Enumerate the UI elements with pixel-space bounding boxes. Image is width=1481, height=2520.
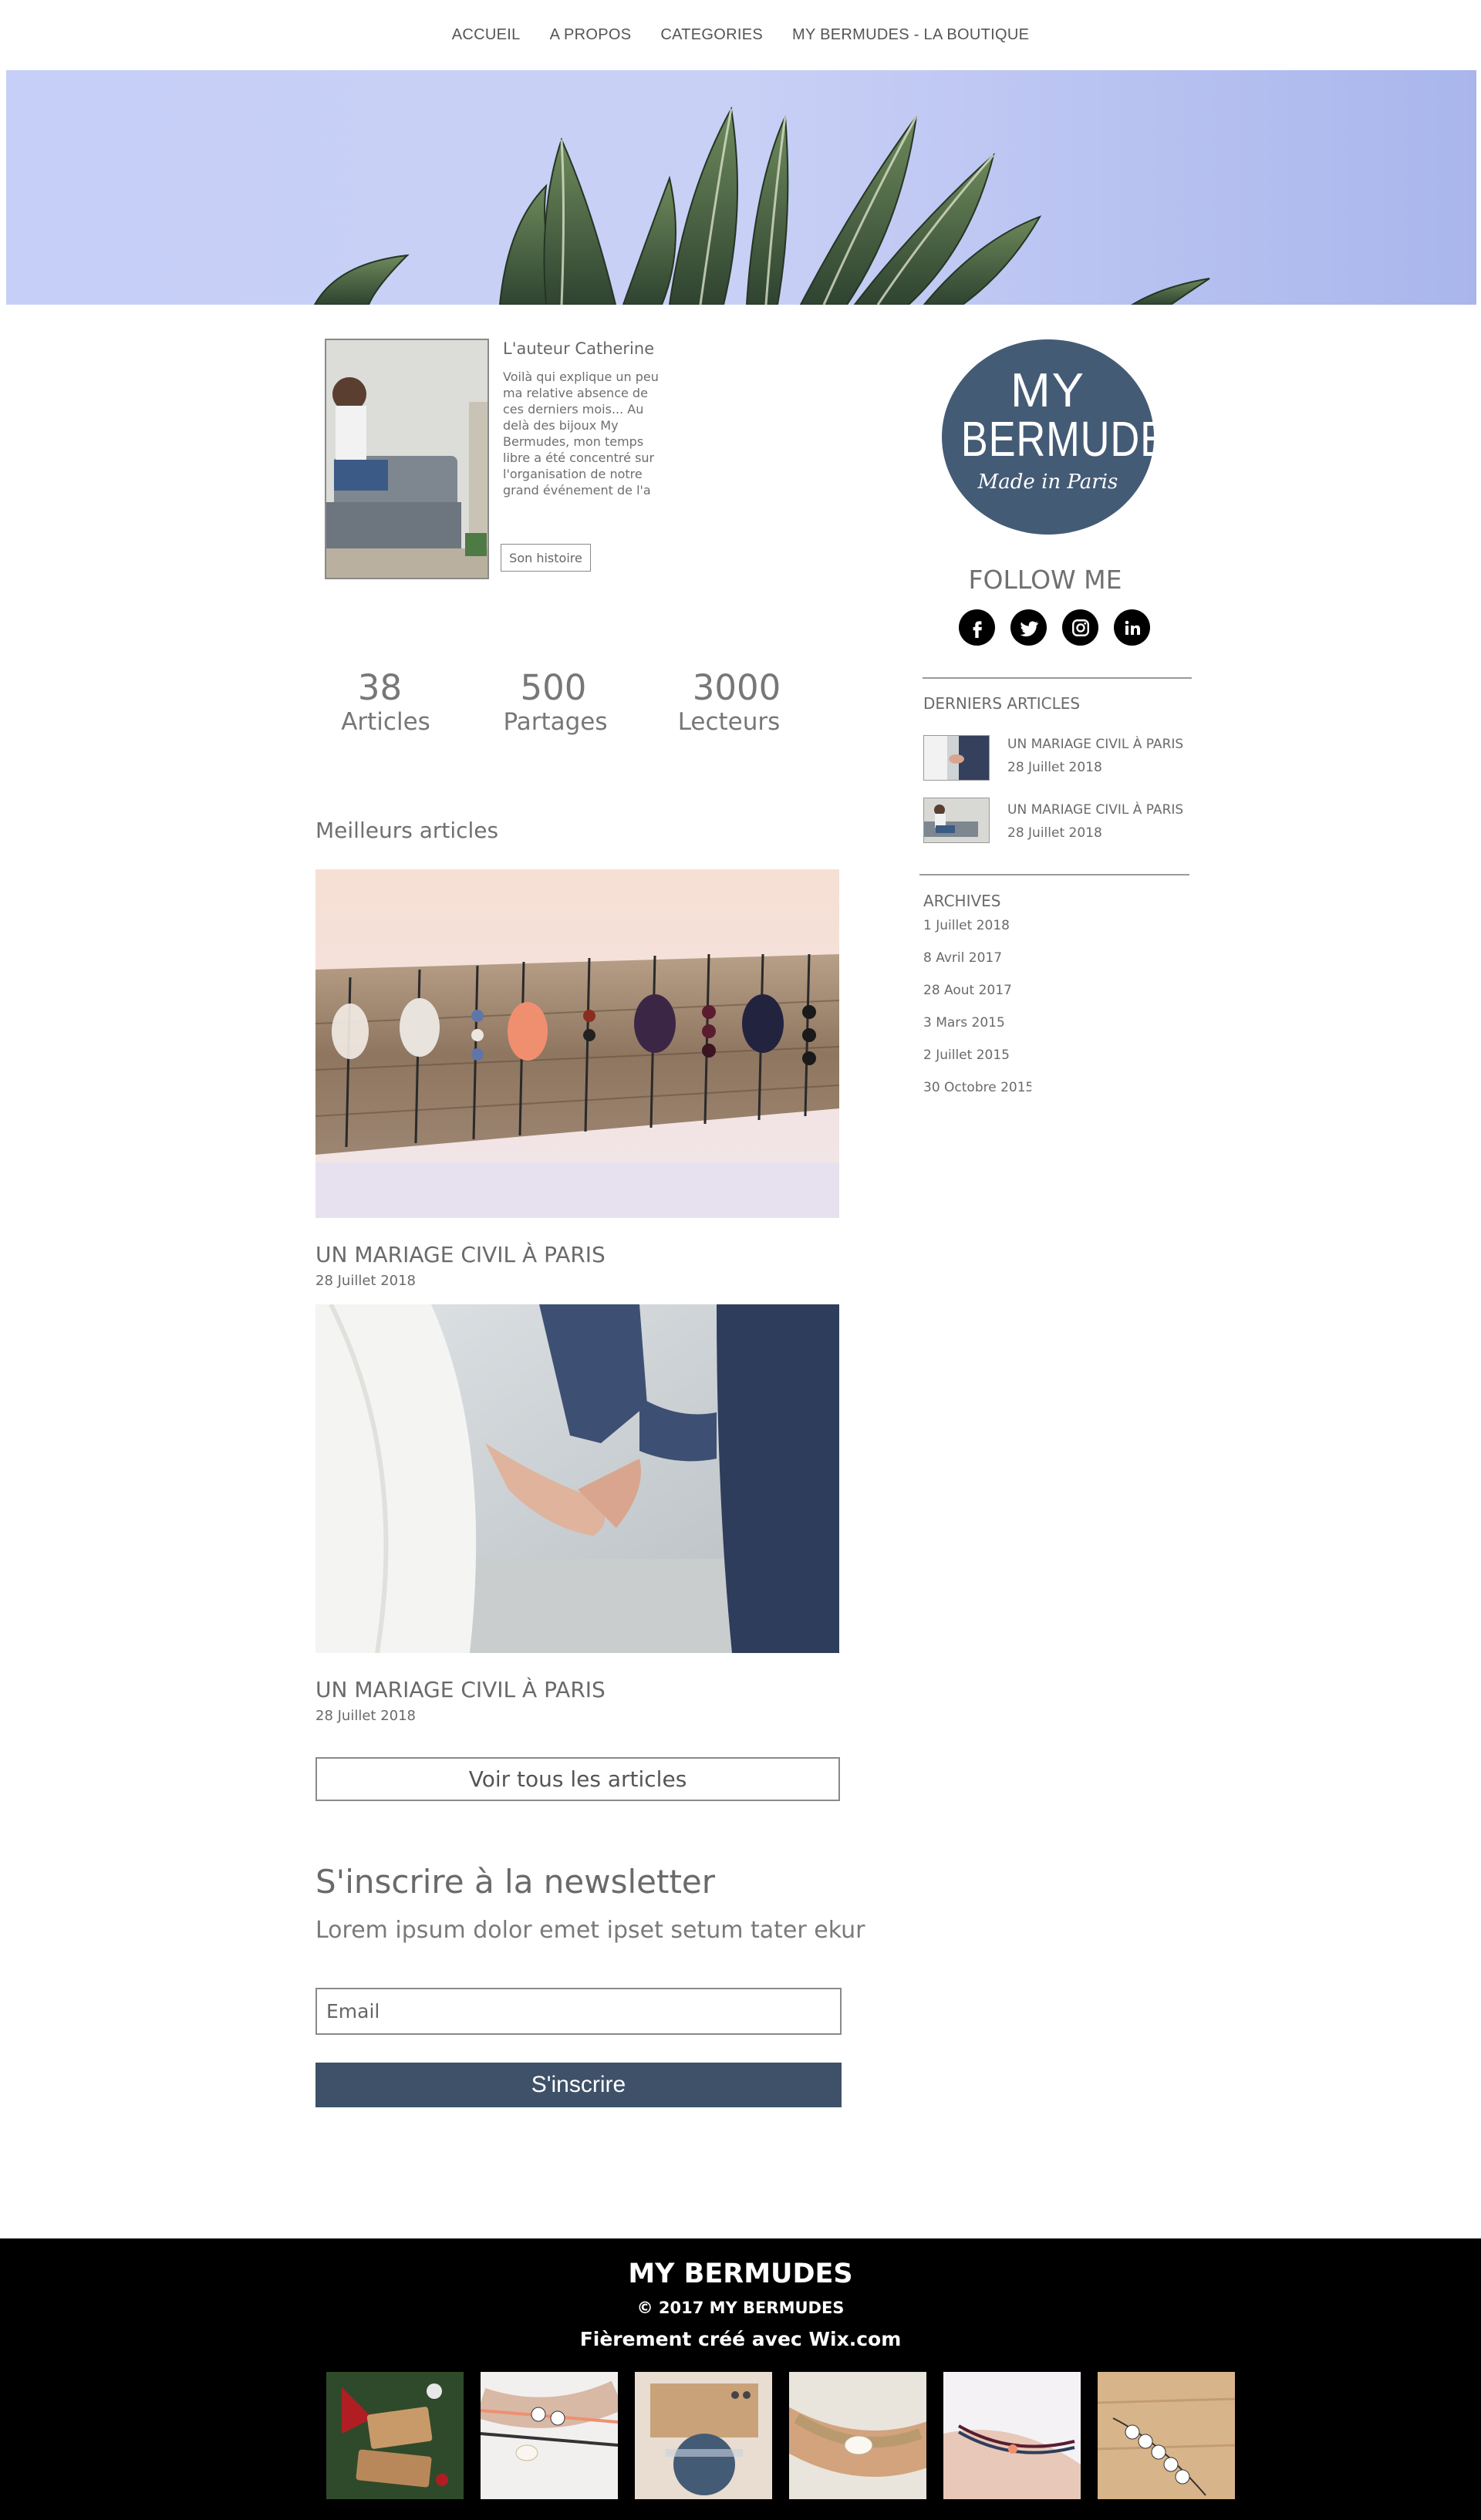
footer-made-with[interactable]: Fièrement créé avec Wix.com: [0, 2328, 1481, 2350]
archive-item[interactable]: 8 Avril 2017: [923, 950, 1031, 966]
author-bio: Voilà qui explique un peu ma relative ab…: [503, 369, 659, 498]
recent-article-thumbnail[interactable]: [923, 798, 990, 843]
linkedin-icon[interactable]: [1114, 609, 1150, 646]
newsletter-title: S'inscrire à la newsletter: [315, 1863, 716, 1901]
subscribe-button[interactable]: S'inscrire: [315, 2063, 842, 2107]
stat-articles-label: Articles: [341, 708, 430, 736]
logo-line-my: MY: [1010, 364, 1085, 417]
post-image-holding-hands[interactable]: [315, 1304, 839, 1653]
logo-line-made-in-paris: Made in Paris: [977, 471, 1118, 494]
stat-shares-value: 500: [520, 667, 587, 708]
post-image-bracelets[interactable]: [315, 869, 839, 1218]
newsletter-subtitle: Lorem ipsum dolor emet ipset setum tater…: [315, 1917, 865, 1944]
archives-heading: ARCHIVES: [923, 892, 1001, 910]
stat-shares-label: Partages: [503, 708, 608, 736]
view-all-articles-button[interactable]: Voir tous les articles: [315, 1757, 840, 1801]
stat-readers-value: 3000: [692, 667, 781, 708]
footer-gallery-image-4[interactable]: [789, 2372, 926, 2499]
facebook-icon[interactable]: [959, 609, 995, 646]
footer-gallery-image-2[interactable]: [481, 2372, 618, 2499]
post-title-1[interactable]: UN MARIAGE CIVIL À PARIS: [315, 1242, 606, 1267]
footer-gallery-image-5[interactable]: [943, 2372, 1081, 2499]
brand-logo[interactable]: MY BERMUDES Made in Paris: [942, 339, 1196, 535]
best-articles-heading: Meilleurs articles: [315, 818, 499, 843]
archive-item[interactable]: 30 Octobre 2015: [923, 1080, 1031, 1095]
archive-item[interactable]: 3 Mars 2015: [923, 1015, 1031, 1031]
author-story-button[interactable]: Son histoire: [501, 544, 591, 572]
sidebar-divider: [923, 677, 1192, 679]
recent-article-title-1[interactable]: UN MARIAGE CIVIL À PARIS: [1007, 737, 1183, 752]
hero-banner: [6, 70, 1476, 305]
nav-item-a-propos[interactable]: A PROPOS: [550, 26, 632, 44]
sidebar-divider: [919, 874, 1189, 875]
post-title-2[interactable]: UN MARIAGE CIVIL À PARIS: [315, 1677, 606, 1702]
footer-gallery-image-3[interactable]: [635, 2372, 772, 2499]
logo-line-bermudes: BERMUDES: [960, 411, 1196, 467]
nav-item-accueil[interactable]: ACCUEIL: [452, 26, 521, 44]
footer-copyright: © 2017 MY BERMUDES: [636, 2299, 845, 2317]
recent-article-title-2[interactable]: UN MARIAGE CIVIL À PARIS: [1007, 802, 1183, 818]
nav-item-boutique[interactable]: MY BERMUDES - LA BOUTIQUE: [792, 26, 1029, 44]
nav-item-categories[interactable]: CATEGORIES: [660, 26, 763, 44]
footer-brand: MY BERMUDES: [628, 2259, 853, 2289]
recent-articles-heading: DERNIERS ARTICLES: [923, 694, 1081, 713]
twitter-icon[interactable]: [1010, 609, 1047, 646]
author-title: L'auteur Catherine: [503, 339, 655, 358]
stat-readers-label: Lecteurs: [677, 708, 781, 736]
archive-item[interactable]: 2 Juillet 2015: [923, 1047, 1031, 1063]
footer-gallery-image-1[interactable]: [326, 2372, 464, 2499]
post-date-2: 28 Juillet 2018: [315, 1708, 417, 1724]
footer-gallery-image-6[interactable]: [1098, 2372, 1235, 2499]
stat-articles-value: 38: [357, 667, 403, 708]
email-field[interactable]: [315, 1988, 842, 2035]
recent-article-date-2: 28 Juillet 2018: [1007, 825, 1102, 841]
main-nav: ACCUEIL A PROPOS CATEGORIES MY BERMUDES …: [0, 0, 1481, 69]
author-photo: [325, 339, 489, 579]
recent-article-date-1: 28 Juillet 2018: [1007, 760, 1102, 775]
follow-heading: FOLLOW ME: [968, 565, 1122, 595]
archive-item[interactable]: 1 Juillet 2018: [923, 918, 1031, 933]
palm-leaves-image: [313, 106, 1210, 305]
archive-item[interactable]: 28 Aout 2017: [923, 983, 1031, 998]
post-date-1: 28 Juillet 2018: [315, 1273, 417, 1289]
recent-article-thumbnail[interactable]: [923, 735, 990, 781]
instagram-icon[interactable]: [1062, 609, 1098, 646]
